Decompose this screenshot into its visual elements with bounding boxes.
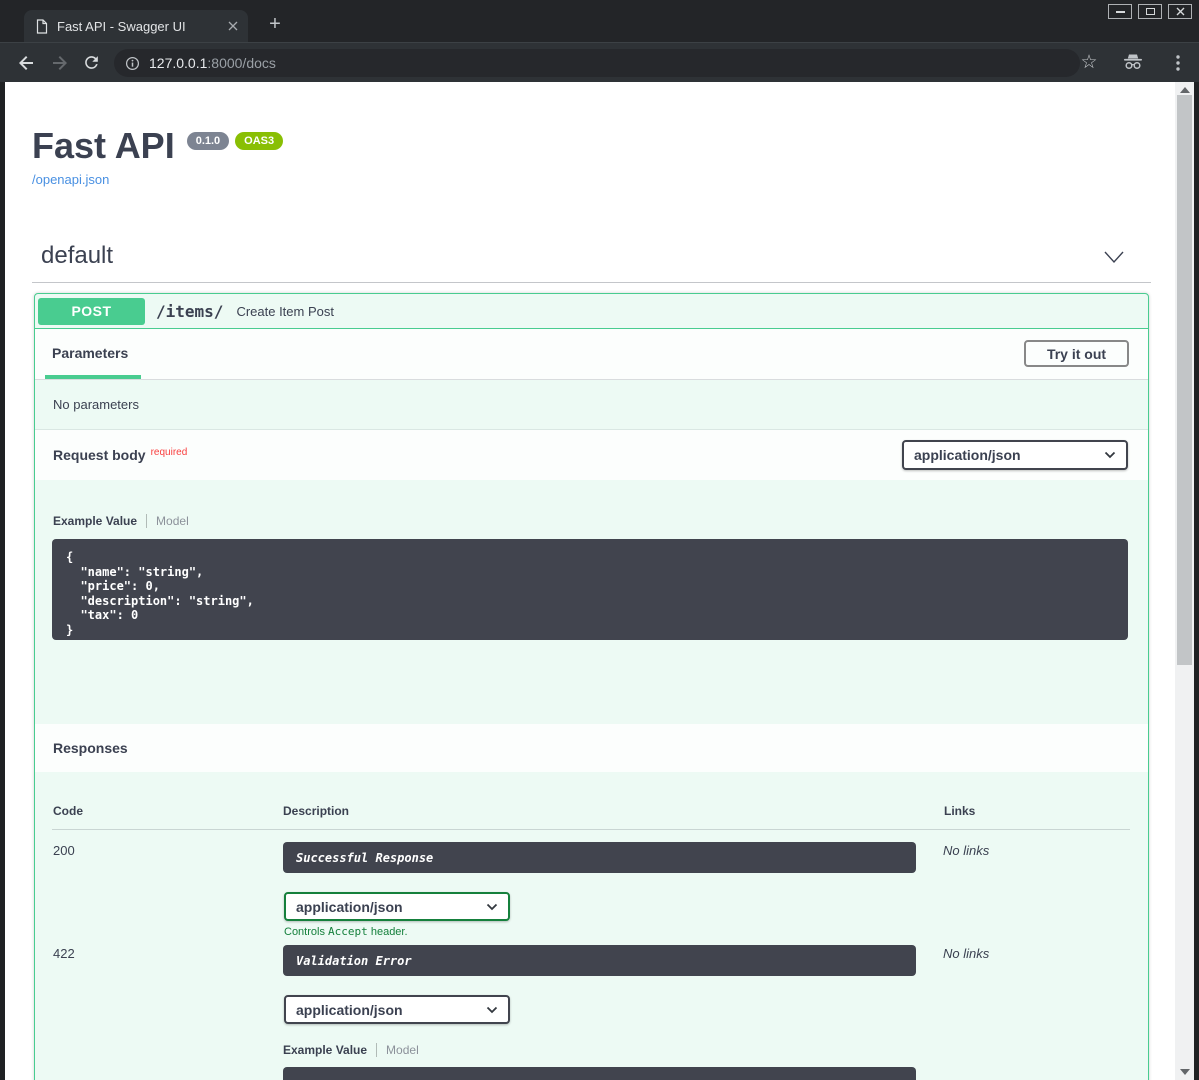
forward-button[interactable] (50, 53, 70, 73)
request-body-label: Request body (53, 447, 146, 463)
response-422-description-text: Validation Error (296, 954, 412, 968)
response-code-422: 422 (53, 946, 75, 961)
window-controls (1102, 4, 1192, 19)
browser-toolbar: 127.0.0.1:8000/docs ☆ (0, 42, 1199, 82)
tab-parameters[interactable]: Parameters (52, 345, 128, 361)
scrollbar-down-arrow[interactable] (1180, 1069, 1190, 1075)
response-code-200: 200 (53, 843, 75, 858)
opblock-summary[interactable]: POST /items/ Create Item Post (35, 294, 1148, 329)
scrollbar-up-arrow[interactable] (1180, 87, 1190, 93)
response-200-description: Successful Response (283, 842, 916, 873)
bookmark-star-icon[interactable]: ☆ (1077, 51, 1101, 74)
no-parameters-text: No parameters (35, 380, 1148, 430)
column-header-description: Description (283, 804, 349, 818)
url-text: 127.0.0.1:8000/docs (149, 55, 276, 71)
tab-title: Fast API - Swagger UI (57, 19, 222, 34)
tag-title: default (41, 242, 113, 270)
required-label: required (151, 447, 188, 458)
response-422-example-code (283, 1067, 916, 1080)
browser-menu-icon[interactable] (1175, 53, 1181, 73)
tab-example-value-422[interactable]: Example Value (283, 1043, 377, 1057)
response-200-links: No links (943, 843, 989, 858)
responses-title: Responses (35, 724, 1148, 756)
tab-close-icon[interactable] (228, 21, 238, 31)
browser-tab[interactable]: Fast API - Swagger UI (24, 10, 248, 42)
tab-model-422[interactable]: Model (377, 1043, 419, 1057)
controls-accept-note: Controls Accept header. (284, 925, 408, 938)
reload-button[interactable] (82, 53, 102, 73)
responses-table: Code Description Links 200 Successful Re… (35, 772, 1148, 1080)
swagger-page: Fast API 0.1.0 OAS3 /openapi.json defaul… (5, 82, 1175, 1080)
back-arrow-icon (16, 53, 36, 73)
note-prefix: Controls (284, 926, 328, 938)
parameters-header-row: Parameters Try it out (35, 329, 1148, 380)
column-header-code: Code (53, 804, 83, 818)
response-200-media-type-select[interactable]: application/json (284, 892, 510, 921)
url-path: :8000/docs (207, 55, 276, 71)
column-header-links: Links (944, 804, 975, 818)
url-host: 127.0.0.1 (149, 55, 207, 71)
chevron-down-icon (1104, 451, 1116, 459)
responses-header-row: Responses (35, 724, 1148, 772)
forward-arrow-icon (50, 53, 70, 73)
note-accept-mono: Accept (328, 925, 368, 938)
method-badge: POST (38, 298, 145, 325)
incognito-icon[interactable] (1121, 52, 1145, 72)
back-button[interactable] (16, 53, 36, 73)
operation-path: /items/ (156, 302, 223, 321)
response-422-media-type-select[interactable]: application/json (284, 995, 510, 1024)
minimize-icon (1116, 11, 1125, 13)
chevron-down-icon (486, 903, 498, 911)
page-viewport: Fast API 0.1.0 OAS3 /openapi.json defaul… (0, 82, 1199, 1080)
version-badge: 0.1.0 (187, 132, 229, 150)
example-model-tabs-422: Example Value Model (283, 1043, 419, 1057)
chevron-down-icon[interactable] (1103, 250, 1125, 269)
response-422-links: No links (943, 946, 989, 961)
request-media-type-select[interactable]: application/json (902, 440, 1128, 470)
response-200-description-text: Successful Response (296, 851, 433, 865)
response-200-media-type-value: application/json (296, 899, 403, 915)
reload-icon (82, 53, 101, 72)
page-title: Fast API (32, 126, 175, 166)
page-scrollbar[interactable] (1175, 82, 1194, 1080)
api-info-block: Fast API 0.1.0 OAS3 /openapi.json (32, 126, 283, 187)
page-document-icon (36, 19, 48, 34)
close-button[interactable] (1168, 4, 1192, 19)
maximize-button[interactable] (1138, 4, 1162, 19)
window-titlebar: Fast API - Swagger UI + (0, 0, 1199, 42)
scrollbar-thumb[interactable] (1177, 95, 1192, 665)
url-bar[interactable]: 127.0.0.1:8000/docs (114, 49, 1080, 77)
request-media-type-value: application/json (914, 447, 1021, 463)
operation-summary: Create Item Post (236, 304, 334, 319)
minimize-button[interactable] (1108, 4, 1132, 19)
oas3-badge: OAS3 (235, 132, 283, 150)
new-tab-button[interactable]: + (262, 11, 288, 37)
close-icon (1176, 7, 1185, 16)
request-body-section: Example Value Model { "name": "string", … (35, 480, 1148, 724)
opblock-post-items: POST /items/ Create Item Post Parameters… (34, 293, 1149, 1080)
tab-example-value[interactable]: Example Value (53, 514, 147, 528)
response-422-media-type-value: application/json (296, 1002, 403, 1018)
request-example-code: { "name": "string", "price": 0, "descrip… (52, 539, 1128, 640)
maximize-icon (1146, 8, 1155, 15)
request-body-title: Request body required (53, 447, 187, 463)
active-tab-underline (45, 375, 141, 379)
tag-section-default[interactable]: default (32, 236, 1151, 283)
chevron-down-icon (486, 1006, 498, 1014)
site-info-icon[interactable] (125, 56, 140, 71)
note-suffix: header. (368, 926, 408, 938)
response-422-description: Validation Error (283, 945, 916, 976)
table-header-divider (52, 829, 1130, 830)
example-model-tabs: Example Value Model (53, 514, 189, 528)
openapi-json-link[interactable]: /openapi.json (32, 172, 283, 187)
browser-window: Fast API - Swagger UI + 12 (0, 0, 1199, 1080)
request-body-header-row: Request body required application/json (35, 430, 1148, 480)
try-it-out-button[interactable]: Try it out (1024, 340, 1129, 367)
tab-model[interactable]: Model (147, 514, 189, 528)
